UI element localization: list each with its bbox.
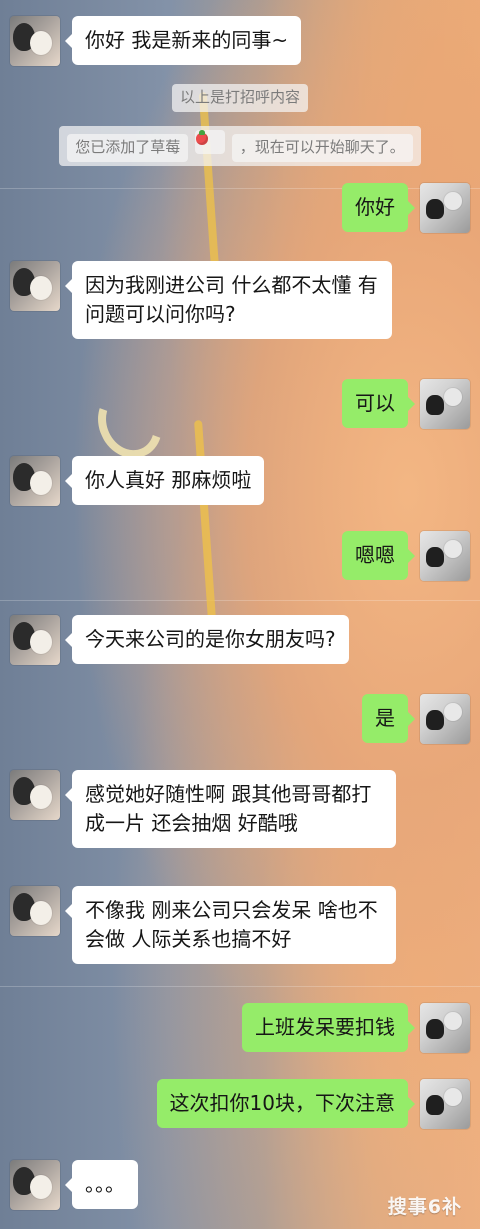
system-note-text: 以上是打招呼内容	[171, 84, 308, 112]
message-row: 是	[362, 694, 470, 744]
system-added-text-wrapper: 您已添加了草莓 ，现在可以开始聊天了。	[59, 126, 421, 166]
contact-avatar[interactable]	[10, 886, 60, 936]
watermark: 搜事6补	[387, 1196, 462, 1218]
message-row: 嗯嗯	[342, 531, 470, 581]
message-row: 可以	[342, 379, 470, 429]
system-message-added-contact: 您已添加了草莓 ，现在可以开始聊天了。	[0, 126, 480, 166]
system-added-suffix: ，现在可以开始聊天了。	[231, 134, 413, 162]
message-bubble-text[interactable]: 嗯嗯	[342, 531, 415, 580]
message-row: 上班发呆要扣钱	[242, 1003, 470, 1053]
message-bubble-text[interactable]: 因为我刚进公司 什么都不太懂 有问题可以问你吗?	[65, 261, 392, 339]
message-row: 你人真好 那麻烦啦	[10, 456, 265, 506]
my-avatar[interactable]	[420, 1003, 470, 1053]
message-row: 因为我刚进公司 什么都不太懂 有问题可以问你吗?	[10, 261, 392, 339]
system-message-greeting-note: 以上是打招呼内容	[0, 84, 480, 112]
message-row: 今天来公司的是你女朋友吗?	[10, 615, 349, 665]
strawberry-icon	[195, 130, 225, 154]
message-bubble-text[interactable]: 你好 我是新来的同事~	[64, 16, 302, 65]
message-bubble-text[interactable]: 。。。	[65, 1160, 138, 1209]
my-avatar[interactable]	[420, 183, 470, 233]
contact-avatar[interactable]	[10, 615, 60, 665]
message-bubble-text[interactable]: 感觉她好随性啊 跟其他哥哥都打成一片 还会抽烟 好酷哦	[65, 770, 396, 848]
my-avatar[interactable]	[420, 694, 470, 744]
background-band-divider	[0, 600, 480, 601]
message-bubble-text[interactable]: 你好	[342, 183, 415, 232]
message-bubble-text[interactable]: 可以	[342, 379, 415, 428]
message-row: 。。。	[10, 1160, 138, 1210]
background-band-divider	[0, 986, 480, 987]
message-row: 不像我 刚来公司只会发呆 啥也不会做 人际关系也搞不好	[10, 886, 396, 964]
message-bubble-text[interactable]: 这次扣你10块，下次注意	[156, 1079, 416, 1128]
contact-avatar[interactable]	[10, 16, 60, 66]
message-bubble-text[interactable]: 是	[362, 694, 415, 743]
my-avatar[interactable]	[420, 1079, 470, 1129]
message-bubble-text[interactable]: 上班发呆要扣钱	[242, 1003, 415, 1052]
contact-avatar[interactable]	[10, 456, 60, 506]
contact-avatar[interactable]	[10, 1160, 60, 1210]
system-added-prefix: 您已添加了草莓	[67, 134, 189, 162]
my-avatar[interactable]	[420, 531, 470, 581]
message-row: 你好	[342, 183, 470, 233]
message-row: 你好 我是新来的同事~	[10, 16, 302, 66]
message-bubble-text[interactable]: 你人真好 那麻烦啦	[64, 456, 265, 505]
message-row: 感觉她好随性啊 跟其他哥哥都打成一片 还会抽烟 好酷哦	[10, 770, 396, 848]
contact-avatar[interactable]	[10, 261, 60, 311]
contact-avatar[interactable]	[10, 770, 60, 820]
message-bubble-text[interactable]: 不像我 刚来公司只会发呆 啥也不会做 人际关系也搞不好	[65, 886, 396, 964]
my-avatar[interactable]	[420, 379, 470, 429]
message-bubble-text[interactable]: 今天来公司的是你女朋友吗?	[65, 615, 349, 664]
message-row: 这次扣你10块，下次注意	[156, 1079, 470, 1129]
